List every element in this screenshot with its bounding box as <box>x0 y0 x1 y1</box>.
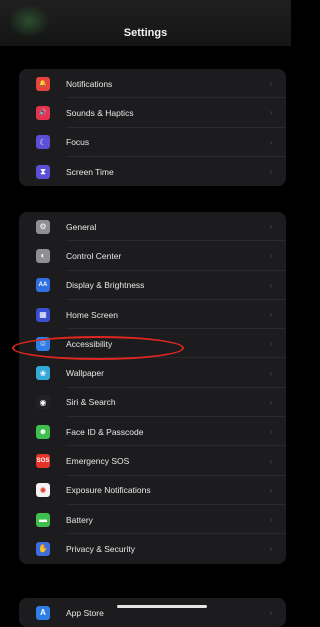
settings-row-label: General <box>66 221 97 232</box>
settings-row-control-center[interactable]: ◐ Control Center › <box>19 241 286 271</box>
chevron-right-icon: › <box>269 485 273 495</box>
settings-row-general[interactable]: ⚙ General › <box>19 212 286 242</box>
settings-row-home-screen[interactable]: ▦ Home Screen › <box>19 300 286 330</box>
chevron-right-icon: › <box>269 368 273 378</box>
chevron-right-icon: › <box>269 339 273 349</box>
settings-row-label: Accessibility <box>66 338 113 349</box>
chevron-right-icon: › <box>269 515 273 525</box>
hand-icon: ✋ <box>36 541 50 556</box>
settings-row-face-id-and-passcode[interactable]: ☻ Face ID & Passcode › <box>19 417 286 447</box>
moon-icon: ☾ <box>36 135 50 150</box>
settings-row-screen-time[interactable]: ⧗ Screen Time › <box>19 157 286 186</box>
settings-row-label: Face ID & Passcode <box>66 426 144 437</box>
settings-row-display-and-brightness[interactable]: AA Display & Brightness › <box>19 271 286 300</box>
settings-row-label: App Store <box>66 607 104 618</box>
gear-icon: ⚙ <box>36 219 50 234</box>
settings-row-label: Sounds & Haptics <box>66 107 134 118</box>
chevron-right-icon: › <box>269 310 273 320</box>
chevron-right-icon: › <box>269 167 273 177</box>
settings-row-siri-and-search[interactable]: ◉ Siri & Search › <box>19 388 286 418</box>
chevron-right-icon: › <box>269 427 273 437</box>
siri-icon: ◉ <box>36 395 50 410</box>
speaker-icon: 🔊 <box>36 105 50 120</box>
settings-row-label: Exposure Notifications <box>66 485 151 496</box>
settings-row-wallpaper[interactable]: ❀ Wallpaper › <box>19 358 286 388</box>
chevron-right-icon: › <box>269 397 273 407</box>
sos-icon: SOS <box>36 454 50 469</box>
settings-row-app-store[interactable]: A App Store › <box>19 598 286 627</box>
chevron-right-icon: › <box>269 137 273 147</box>
settings-row-focus[interactable]: ☾ Focus › <box>19 128 286 157</box>
settings-row-label: Privacy & Security <box>66 543 135 554</box>
settings-row-label: Siri & Search <box>66 397 116 408</box>
hourglass-icon: ⧗ <box>36 164 50 179</box>
chevron-right-icon: › <box>269 608 273 618</box>
home-indicator[interactable] <box>117 605 207 608</box>
chevron-right-icon: › <box>269 544 273 554</box>
accessibility-icon: ☺ <box>36 336 50 351</box>
page-title: Settings <box>123 27 168 39</box>
settings-row-privacy-and-security[interactable]: ✋ Privacy & Security › <box>19 534 286 563</box>
grid-icon: ▦ <box>36 307 50 322</box>
flower-icon: ❀ <box>36 366 50 381</box>
settings-row-sounds-and-haptics[interactable]: 🔊 Sounds & Haptics › <box>19 98 286 128</box>
settings-group-general: ⚙ General › ◐ Control Center › AA Display & Bri… <box>19 212 286 564</box>
navigation-bar: Settings <box>0 0 291 46</box>
aa-icon: AA <box>36 278 50 293</box>
chevron-right-icon: › <box>269 251 273 261</box>
settings-row-emergency-sos[interactable]: SOS Emergency SOS › <box>19 446 286 476</box>
settings-row-accessibility[interactable]: ☺ Accessibility › <box>19 329 286 359</box>
chevron-right-icon: › <box>269 79 273 89</box>
settings-row-label: Wallpaper <box>66 368 104 379</box>
exposure-icon: ✺ <box>36 483 50 498</box>
settings-row-exposure-notifications[interactable]: ✺ Exposure Notifications › <box>19 476 286 505</box>
chevron-right-icon: › <box>269 108 273 118</box>
settings-row-label: Battery <box>66 514 93 525</box>
settings-row-notifications[interactable]: 🔔 Notifications › <box>19 69 286 99</box>
toggles-icon: ◐ <box>36 248 50 263</box>
settings-row-battery[interactable]: ▬ Battery › <box>19 505 286 535</box>
battery-icon: ▬ <box>36 512 50 527</box>
chevron-right-icon: › <box>269 280 273 290</box>
settings-group-apps: A App Store › <box>19 598 286 627</box>
settings-row-label: Emergency SOS <box>66 456 130 467</box>
chevron-right-icon: › <box>269 222 273 232</box>
app-store-icon: A <box>36 605 50 620</box>
settings-group-notifications: 🔔 Notifications › 🔊 Sounds & Haptics › ☾ Focus ›… <box>19 69 286 187</box>
face-id-icon: ☻ <box>36 424 50 439</box>
settings-row-label: Notifications <box>66 78 113 89</box>
chevron-right-icon: › <box>269 456 273 466</box>
bell-icon: 🔔 <box>36 76 50 91</box>
settings-row-label: Screen Time <box>66 166 114 177</box>
settings-row-label: Control Center <box>66 250 122 261</box>
settings-row-label: Display & Brightness <box>66 280 145 291</box>
settings-row-label: Home Screen <box>66 309 118 320</box>
settings-row-label: Focus <box>66 137 90 148</box>
